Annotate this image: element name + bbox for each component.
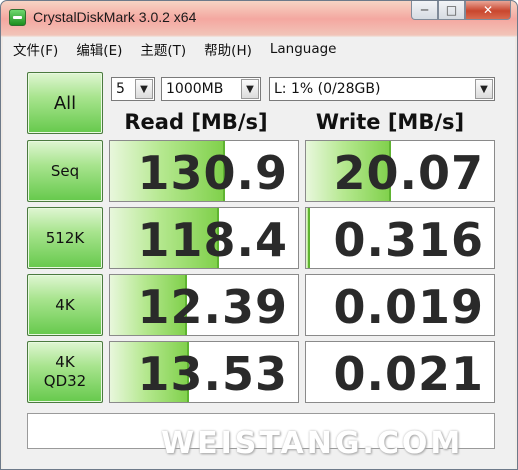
runs-select[interactable]: 5 ▼ [111, 77, 155, 101]
chevron-down-icon[interactable]: ▼ [135, 79, 153, 99]
write-result-seq: 20.07 [305, 140, 495, 202]
test-label: 4K [55, 295, 75, 314]
read-value: 13.53 [137, 347, 288, 401]
4k-qd32-button[interactable]: 4K QD32 [27, 341, 103, 403]
test-label-line2: QD32 [43, 372, 87, 390]
read-value: 118.4 [137, 213, 288, 267]
read-result-4k-qd32: 13.53 [109, 341, 299, 403]
write-result-512k: 0.316 [305, 207, 495, 269]
app-icon[interactable] [9, 9, 26, 26]
write-bar [306, 208, 310, 268]
read-header: Read [MB/s] [124, 110, 268, 134]
menu-language[interactable]: Language [260, 41, 345, 57]
seq-button[interactable]: Seq [27, 140, 103, 202]
drive-value: L: 1% (0/28GB) [274, 81, 381, 97]
read-result-512k: 118.4 [109, 207, 299, 269]
read-result-seq: 130.9 [109, 140, 299, 202]
chevron-down-icon[interactable]: ▼ [475, 79, 493, 99]
title-bar[interactable]: CrystalDiskMark 3.0.2 x64 ─ □ ✕ [1, 1, 517, 35]
menu-edit[interactable]: 编辑(E) [66, 39, 130, 59]
test-label-line1: 4K [55, 353, 75, 371]
write-value: 0.019 [333, 280, 484, 334]
write-result-4k: 0.019 [305, 274, 495, 336]
runs-value: 5 [116, 81, 125, 97]
window-controls: ─ □ ✕ [411, 1, 511, 21]
close-button[interactable]: ✕ [465, 1, 511, 20]
write-result-4k-qd32: 0.021 [305, 341, 495, 403]
all-button-label: All [53, 92, 77, 114]
write-value: 0.316 [333, 213, 484, 267]
write-value: 20.07 [333, 146, 484, 200]
menu-theme[interactable]: 主题(T) [130, 39, 194, 59]
watermark-text: WEISTANG.COM [161, 426, 464, 461]
read-value: 130.9 [137, 146, 288, 200]
menu-bar: 文件(F) 编辑(E) 主题(T) 帮助(H) Language [3, 37, 515, 61]
size-value: 1000MB [166, 81, 224, 97]
read-value: 12.39 [137, 280, 288, 334]
drive-select[interactable]: L: 1% (0/28GB) ▼ [269, 77, 495, 101]
main-panel: All 5 ▼ 1000MB ▼ L: 1% (0/28GB) ▼ Read [… [3, 61, 515, 469]
write-value: 0.021 [333, 347, 484, 401]
chevron-down-icon[interactable]: ▼ [241, 79, 259, 99]
4k-button[interactable]: 4K [27, 274, 103, 336]
all-button[interactable]: All [27, 72, 103, 134]
minimize-button[interactable]: ─ [411, 1, 438, 20]
window-title: CrystalDiskMark 3.0.2 x64 [33, 9, 197, 25]
size-select[interactable]: 1000MB ▼ [161, 77, 261, 101]
menu-help[interactable]: 帮助(H) [194, 39, 260, 59]
write-header: Write [MB/s] [315, 110, 465, 134]
512k-button[interactable]: 512K [27, 207, 103, 269]
app-window: CrystalDiskMark 3.0.2 x64 ─ □ ✕ 文件(F) 编辑… [0, 0, 518, 470]
test-label: 512K [45, 228, 85, 247]
read-result-4k: 12.39 [109, 274, 299, 336]
menu-file[interactable]: 文件(F) [3, 39, 66, 59]
test-label: Seq [50, 161, 80, 180]
maximize-button[interactable]: □ [438, 1, 465, 20]
